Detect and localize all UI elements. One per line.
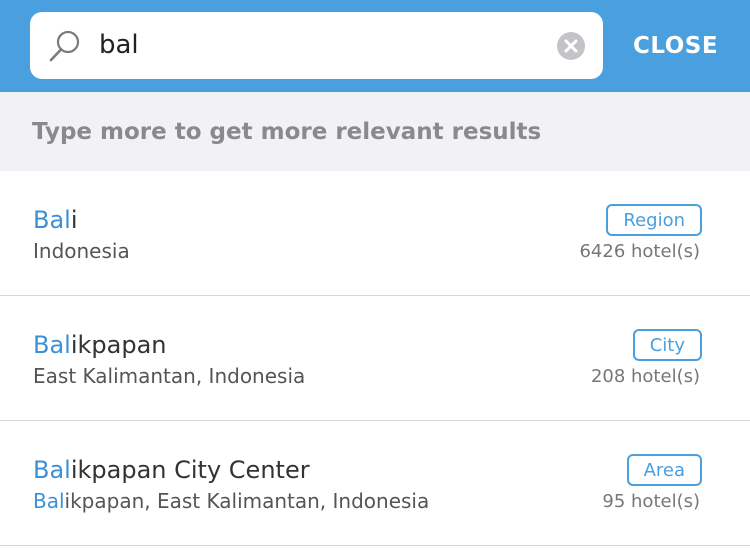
hint-banner: Type more to get more relevant results [0, 92, 750, 171]
result-location-highlight: Bal [33, 489, 65, 513]
result-name: Balikpapan [33, 329, 167, 361]
results-list: Bali Indonesia Region 6426 hotel(s) Bali… [0, 171, 750, 546]
result-hotel-count: 95 hotel(s) [602, 491, 700, 512]
result-location-rest: ikpapan, East Kalimantan, Indonesia [64, 489, 430, 513]
result-hotel-count: 208 hotel(s) [590, 366, 700, 387]
result-type-badge: City [632, 329, 702, 361]
result-location-rest: Indonesia [33, 239, 130, 263]
result-location-rest: East Kalimantan, Indonesia [33, 364, 306, 388]
result-name: Balikpapan City Center [33, 454, 310, 486]
search-header: bal CLOSE [0, 0, 750, 92]
search-input[interactable]: bal [99, 24, 139, 66]
clear-icon[interactable] [557, 32, 585, 60]
close-button[interactable]: CLOSE [633, 26, 718, 66]
result-location: Indonesia [33, 237, 130, 265]
result-name-highlight: Bal [33, 206, 71, 234]
result-type-badge: Region [606, 204, 702, 236]
search-icon [49, 30, 80, 62]
result-item[interactable]: Bali Indonesia Region 6426 hotel(s) [0, 171, 750, 296]
result-name-highlight: Bal [33, 456, 71, 484]
result-name: Bali [33, 204, 78, 236]
result-item[interactable]: Balikpapan East Kalimantan, Indonesia Ci… [0, 296, 750, 421]
result-name-rest: i [70, 206, 78, 234]
result-type-badge: Area [626, 454, 702, 486]
result-name-highlight: Bal [33, 331, 71, 359]
result-name-rest: ikpapan City Center [70, 456, 310, 484]
result-item[interactable]: Balikpapan City Center Balikpapan, East … [0, 421, 750, 546]
hint-text: Type more to get more relevant results [32, 119, 542, 145]
result-hotel-count: 6426 hotel(s) [579, 241, 700, 262]
result-location: Balikpapan, East Kalimantan, Indonesia [33, 487, 429, 515]
result-name-rest: ikpapan [70, 331, 167, 359]
result-location: East Kalimantan, Indonesia [33, 362, 305, 390]
search-field[interactable]: bal [30, 12, 603, 79]
